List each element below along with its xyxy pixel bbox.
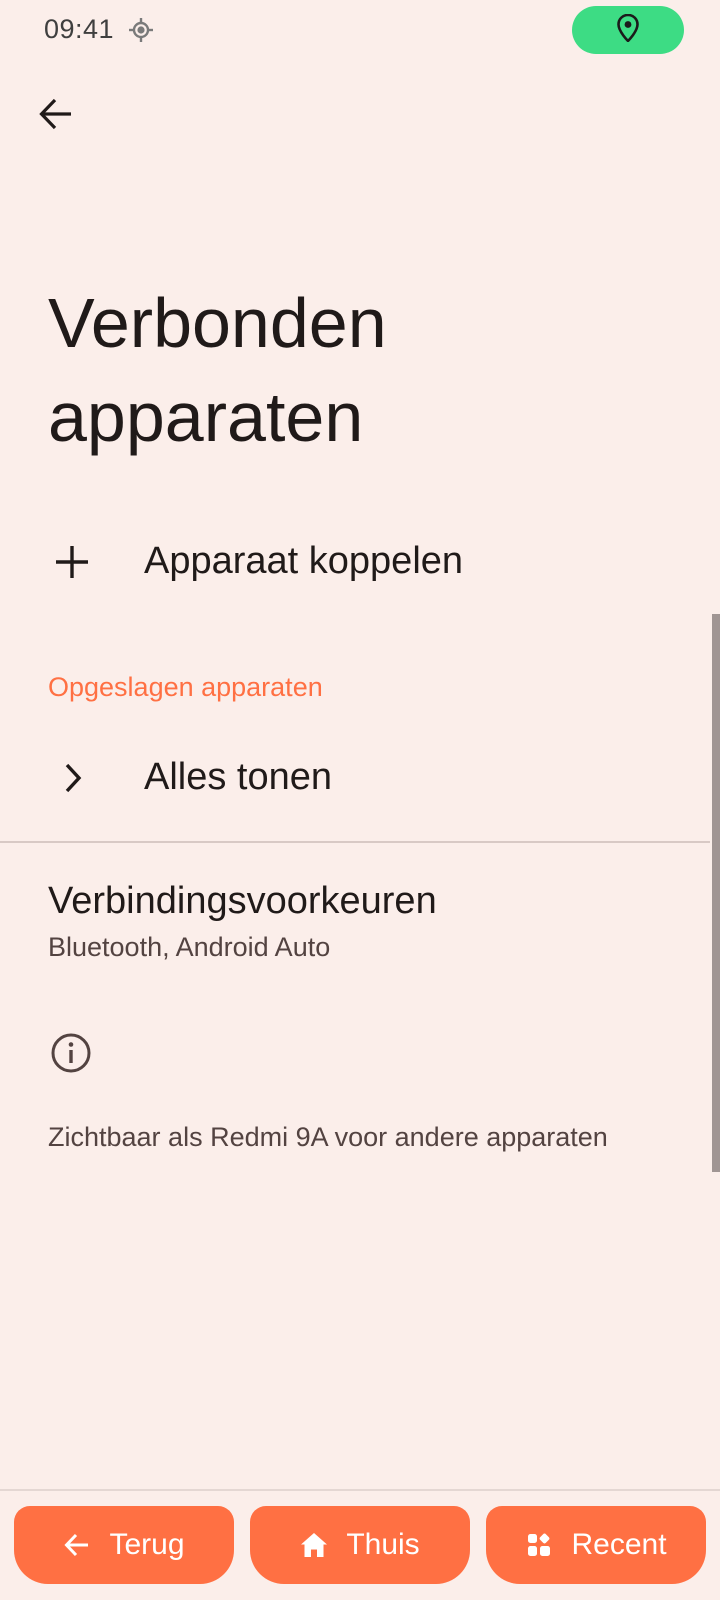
chevron-right-icon <box>52 758 92 798</box>
nav-back-label: Terug <box>109 1528 185 1561</box>
saved-devices-header: Opgeslagen apparaten <box>48 672 323 702</box>
pair-device-row[interactable]: Apparaat koppelen <box>0 520 710 606</box>
nav-back-button[interactable]: Terug <box>14 1506 234 1584</box>
page-title: Verbonden apparaten <box>48 284 387 456</box>
connection-preferences-title: Verbindingsvoorkeuren <box>48 880 437 922</box>
nav-home-button[interactable]: Thuis <box>250 1506 470 1584</box>
map-pin-icon <box>617 13 639 47</box>
scrollbar[interactable] <box>712 614 720 1172</box>
home-icon <box>300 1531 328 1559</box>
plus-icon <box>52 542 92 582</box>
location-status-pill[interactable] <box>572 6 684 54</box>
crosshair-location-icon <box>128 17 154 43</box>
nav-recent-button[interactable]: Recent <box>486 1506 706 1584</box>
pair-device-label: Apparaat koppelen <box>144 540 464 582</box>
grid-icon <box>525 1531 553 1559</box>
status-time: 09:41 <box>44 14 115 44</box>
divider <box>0 841 710 843</box>
connection-preferences-subtitle: Bluetooth, Android Auto <box>48 932 331 962</box>
show-all-label: Alles tonen <box>144 756 333 798</box>
arrow-left-icon <box>63 1531 91 1559</box>
show-all-row[interactable]: Alles tonen <box>0 736 710 822</box>
nav-divider <box>0 1489 720 1491</box>
arrow-left-icon <box>38 96 74 137</box>
back-button[interactable] <box>30 90 82 142</box>
nav-recent-label: Recent <box>571 1528 667 1561</box>
visibility-info-text: Zichtbaar als Redmi 9A voor andere appar… <box>48 1122 608 1152</box>
info-icon <box>50 1032 92 1074</box>
nav-home-label: Thuis <box>346 1528 420 1561</box>
